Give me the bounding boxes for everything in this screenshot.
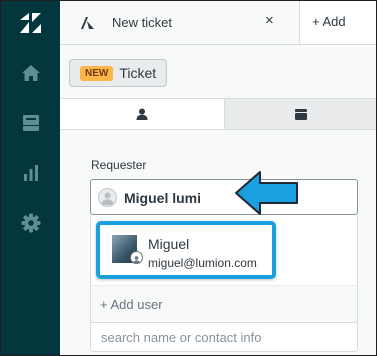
user-icon — [136, 108, 148, 120]
home-icon[interactable] — [1, 51, 60, 95]
sidebar-tabs — [60, 99, 376, 130]
bar-chart-icon[interactable] — [1, 151, 60, 195]
side-navigation — [1, 1, 60, 355]
avatar-icon — [98, 188, 117, 207]
ticket-label: Ticket — [119, 65, 157, 81]
search-input[interactable] — [90, 322, 358, 352]
app-window: New ticket × + Add NEW Ticket Requester — [0, 0, 377, 356]
add-user-label: + Add user — [100, 296, 163, 312]
zendesk-logo-icon — [81, 16, 95, 34]
requester-value: Miguel lumi — [124, 190, 201, 206]
add-user-button[interactable]: + Add user — [91, 286, 357, 322]
requester-input[interactable]: Miguel lumi — [90, 179, 358, 215]
gear-icon[interactable] — [1, 201, 60, 245]
tab-user[interactable] — [60, 99, 224, 129]
add-tab-button[interactable]: + Add — [312, 14, 346, 29]
tab-new-ticket[interactable]: New ticket × — [60, 1, 300, 44]
apps-icon — [295, 108, 307, 120]
suggestion-email: miguel@lumion.com — [148, 256, 257, 270]
tab-title: New ticket — [112, 15, 172, 30]
ticket-header: NEW Ticket — [60, 45, 376, 99]
pointer-arrow-icon — [235, 171, 298, 215]
zendesk-logo-icon[interactable] — [1, 1, 60, 45]
tab-bar: New ticket × + Add — [60, 1, 376, 45]
requester-label: Requester — [91, 158, 147, 172]
new-badge: NEW — [80, 65, 114, 81]
tab-apps[interactable] — [224, 99, 376, 129]
close-icon[interactable]: × — [265, 12, 274, 29]
user-badge-icon — [130, 251, 143, 264]
ticket-button[interactable]: NEW Ticket — [69, 59, 167, 87]
inbox-icon[interactable] — [1, 101, 60, 145]
suggestion-name: Miguel — [148, 236, 190, 252]
user-suggestion-item[interactable]: Miguel miguel@lumion.com — [96, 221, 276, 279]
